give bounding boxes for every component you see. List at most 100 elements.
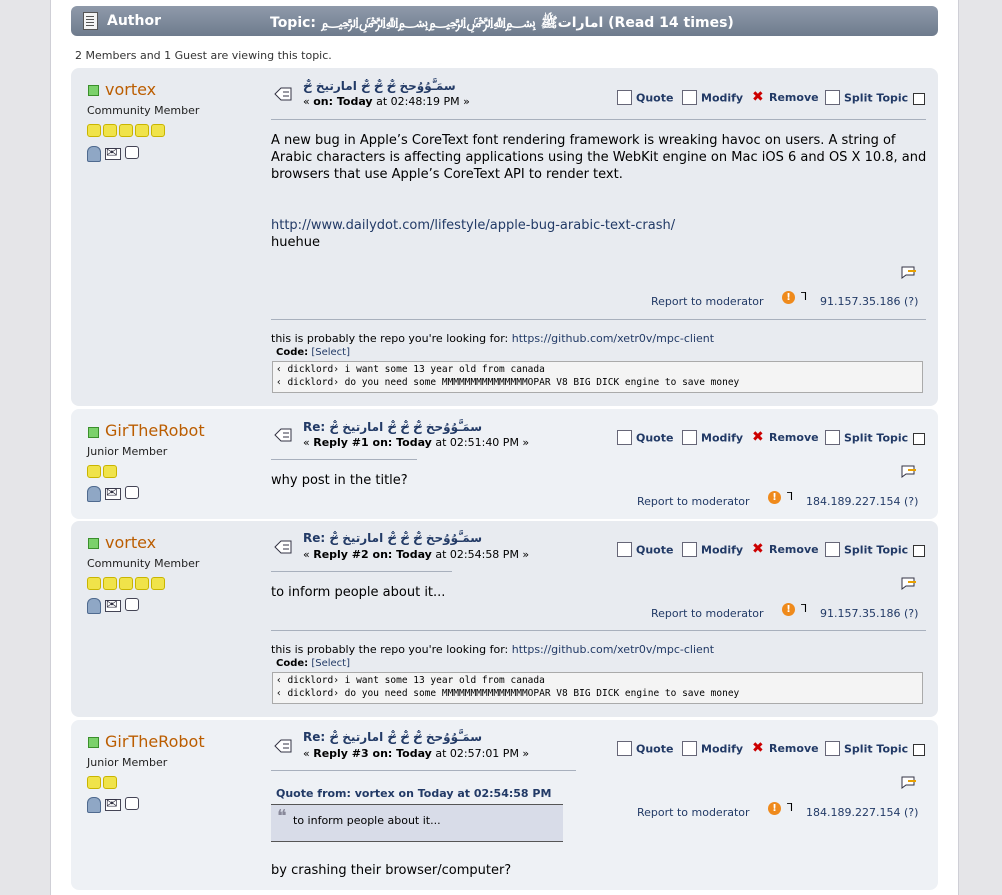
post-author-link[interactable]: GirTheRobot: [105, 421, 205, 440]
viewers-info: 2 Members and 1 Guest are viewing this t…: [75, 49, 332, 62]
quote-icon: [617, 741, 632, 756]
quick-quote-icon[interactable]: [900, 773, 918, 789]
split-topic-button[interactable]: Split Topic: [825, 741, 908, 757]
post-subject[interactable]: سمَـَّوُوُحخ ̷̴̐خ ̷̴̐خ ̷̴̐خ امارتيخ ̷̴̐خ: [303, 79, 456, 93]
member-title: Community Member: [87, 557, 200, 570]
remove-button[interactable]: ✖ Remove: [752, 88, 819, 105]
code-select-link[interactable]: [Select]: [311, 658, 350, 669]
document-icon: [83, 12, 98, 30]
ip-address[interactable]: 91.157.35.186 (?): [820, 607, 918, 620]
divider: [271, 770, 576, 771]
post-body: why post in the title?: [271, 473, 408, 488]
remove-icon: ✖: [752, 540, 764, 557]
remove-button[interactable]: ✖ Remove: [752, 741, 819, 756]
report-to-moderator-link[interactable]: Report to moderator: [651, 295, 764, 308]
rank-star-icon: [103, 465, 117, 478]
user-icons: [87, 597, 143, 614]
quote-icon: [617, 90, 632, 105]
personal-message-icon[interactable]: [125, 146, 139, 159]
ip-icon: ⅂: [787, 801, 794, 814]
personal-message-icon[interactable]: [125, 598, 139, 611]
remove-button[interactable]: ✖ Remove: [752, 540, 819, 557]
email-icon[interactable]: [105, 145, 121, 161]
quick-quote-icon[interactable]: [900, 574, 918, 590]
post-subject[interactable]: Re: سمَـَّوُوُحخ ̷̴̐خ ̷̴̐خ ̷̴̐خ امارتيخ …: [303, 730, 482, 744]
quick-quote-icon[interactable]: [900, 462, 918, 478]
personal-message-icon[interactable]: [125, 486, 139, 499]
quote-block: ❝ to inform people about it...: [271, 804, 563, 842]
ip-icon: ⅂: [787, 490, 794, 503]
post-subject-icon: [274, 428, 292, 442]
post-author-link[interactable]: vortex: [105, 80, 156, 99]
report-to-moderator-link[interactable]: Report to moderator: [651, 607, 764, 620]
modify-button[interactable]: Modify: [682, 741, 743, 757]
quote-button[interactable]: Quote: [617, 741, 673, 757]
modify-button[interactable]: Modify: [682, 430, 743, 446]
online-status-icon: [88, 427, 99, 438]
topic-header-bar: Author Topic: ﷽﷽ اماراتﷺ (Read 14 times): [71, 6, 938, 36]
quote-header: Quote from: vortex on Today at 02:54:58 …: [276, 787, 552, 800]
remove-icon: ✖: [752, 88, 764, 105]
modify-button[interactable]: Modify: [682, 542, 743, 558]
post-author-link[interactable]: GirTheRobot: [105, 732, 205, 751]
code-label: Code: [Select]: [276, 347, 350, 358]
modify-icon: [682, 741, 697, 756]
split-topic-button[interactable]: Split Topic: [825, 542, 908, 558]
rank-star-icon: [135, 124, 149, 137]
report-to-moderator-link[interactable]: Report to moderator: [637, 806, 750, 819]
email-icon[interactable]: [105, 796, 121, 812]
post-subject[interactable]: Re: سمَـَّوُوُحخ ̷̴̐خ ̷̴̐خ ̷̴̐خ امارتيخ …: [303, 420, 482, 434]
article-link[interactable]: http://www.dailydot.com/lifestyle/apple-…: [271, 218, 675, 233]
post-meta: « Reply #1 on: Today at 02:51:40 PM »: [303, 436, 530, 449]
code-block: ‹ dicklord› i want some 13 year old from…: [272, 361, 923, 393]
divider: [271, 571, 452, 572]
report-to-moderator-link[interactable]: Report to moderator: [637, 495, 750, 508]
rank-star-icon: [151, 577, 165, 590]
email-icon[interactable]: [105, 597, 121, 613]
post-subject[interactable]: Re: سمَـَّوُوُحخ ̷̴̐خ ̷̴̐خ ̷̴̐خ امارتيخ …: [303, 531, 482, 545]
post-meta: « Reply #2 on: Today at 02:54:58 PM »: [303, 548, 530, 561]
ip-address[interactable]: 184.189.227.154 (?): [806, 806, 918, 819]
online-status-icon: [88, 737, 99, 748]
divider: [271, 119, 926, 120]
post-meta: « Reply #3 on: Today at 02:57:01 PM »: [303, 747, 530, 760]
ip-address[interactable]: 184.189.227.154 (?): [806, 495, 918, 508]
modify-button[interactable]: Modify: [682, 90, 743, 106]
select-post-checkbox[interactable]: [913, 93, 925, 105]
profile-icon[interactable]: [87, 486, 101, 502]
remove-button[interactable]: ✖ Remove: [752, 430, 819, 445]
email-icon[interactable]: [105, 485, 121, 501]
profile-icon[interactable]: [87, 598, 101, 614]
member-stars: [87, 577, 167, 590]
modify-icon: [682, 542, 697, 557]
signature-link[interactable]: https://github.com/xetr0v/mpc-client: [512, 332, 714, 345]
topic-title: Topic: ﷽﷽ اماراتﷺ (Read 14 times): [270, 15, 734, 31]
online-status-icon: [88, 85, 99, 96]
member-stars: [87, 124, 167, 137]
quick-quote-icon[interactable]: [900, 263, 918, 279]
post-author-link[interactable]: vortex: [105, 533, 156, 552]
split-topic-icon: [825, 430, 840, 445]
quote-button[interactable]: Quote: [617, 542, 673, 558]
code-select-link[interactable]: [Select]: [311, 347, 350, 358]
profile-icon[interactable]: [87, 146, 101, 162]
user-icons: [87, 796, 143, 813]
ip-address[interactable]: 91.157.35.186 (?): [820, 295, 918, 308]
select-post-checkbox[interactable]: [913, 433, 925, 445]
split-topic-button[interactable]: Split Topic: [825, 90, 908, 106]
select-post-checkbox[interactable]: [913, 744, 925, 756]
split-topic-icon: [825, 90, 840, 105]
personal-message-icon[interactable]: [125, 797, 139, 810]
select-post-checkbox[interactable]: [913, 545, 925, 557]
post-link-block: http://www.dailydot.com/lifestyle/apple-…: [271, 217, 675, 251]
split-topic-button[interactable]: Split Topic: [825, 430, 908, 446]
profile-icon[interactable]: [87, 797, 101, 813]
user-icons: [87, 485, 143, 502]
forum-page: Author Topic: ﷽﷽ اماراتﷺ (Read 14 times)…: [50, 0, 959, 895]
warning-icon: !: [768, 802, 781, 815]
quote-button[interactable]: Quote: [617, 90, 673, 106]
signature-link[interactable]: https://github.com/xetr0v/mpc-client: [512, 643, 714, 656]
quote-button[interactable]: Quote: [617, 430, 673, 446]
post-3: GirTheRobot Junior Member Re: سمَـَّوُوُ…: [71, 720, 938, 890]
post-1: GirTheRobot Junior Member Re: سمَـَّوُوُ…: [71, 409, 938, 519]
